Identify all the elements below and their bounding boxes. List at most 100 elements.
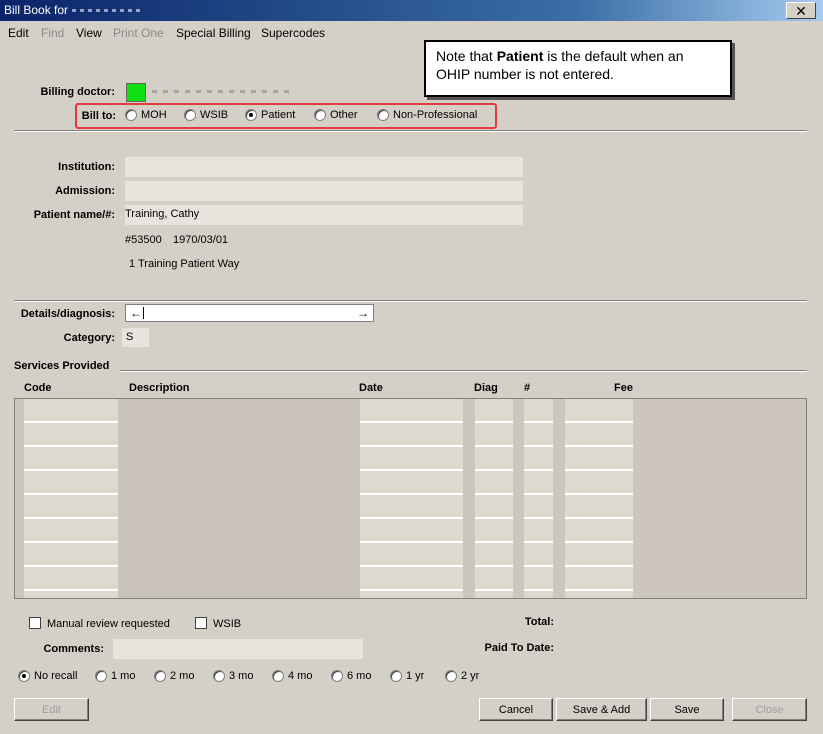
menu-bar: Edit Find View Print One Special Billing…	[0, 22, 823, 42]
wsib-checkbox[interactable]: WSIB	[195, 617, 241, 630]
divider	[120, 370, 807, 372]
close-window-button[interactable]: ✕	[786, 2, 816, 19]
arrow-right-icon[interactable]: →	[357, 306, 369, 320]
details-diagnosis-input[interactable]: ← →	[125, 304, 374, 322]
services-provided-label: Services Provided	[14, 360, 110, 372]
institution-label: Institution:	[58, 161, 115, 173]
recall-2mo-label: 2 mo	[170, 670, 195, 682]
callout-prefix: Note that	[436, 48, 497, 64]
category-label: Category:	[63, 332, 115, 344]
category-field[interactable]: S	[122, 328, 149, 347]
edit-button[interactable]: Edit	[14, 698, 89, 721]
radio-icon[interactable]	[154, 670, 166, 682]
recall-1mo-label: 1 mo	[111, 670, 136, 682]
radio-icon[interactable]	[184, 109, 196, 121]
wsib-checkbox-label: WSIB	[213, 618, 242, 630]
category-value: S	[126, 331, 134, 343]
column-header-code: Code	[24, 382, 52, 394]
recall-2mo[interactable]: 2 mo	[154, 670, 194, 682]
blurred-doctor-name	[152, 90, 292, 93]
save-and-add-button[interactable]: Save & Add	[556, 698, 647, 721]
radio-icon[interactable]	[390, 670, 402, 682]
admission-label: Admission:	[55, 185, 115, 197]
arrow-left-icon[interactable]: ←	[130, 306, 142, 320]
patient-name-label: Patient name/#:	[33, 209, 115, 221]
recall-1yr-label: 1 yr	[406, 670, 425, 682]
bill-to-wsib[interactable]: WSIB	[184, 109, 228, 121]
menu-special-billing[interactable]: Special Billing	[176, 26, 251, 40]
cancel-button[interactable]: Cancel	[479, 698, 553, 721]
column-header-date: Date	[359, 382, 383, 394]
radio-icon[interactable]	[314, 109, 326, 121]
radio-icon[interactable]	[272, 670, 284, 682]
comments-label: Comments:	[43, 643, 104, 655]
radio-icon[interactable]	[125, 109, 137, 121]
grid-column-diag[interactable]	[475, 399, 513, 598]
checkbox-icon[interactable]	[29, 617, 41, 629]
radio-icon[interactable]	[331, 670, 343, 682]
checkbox-icon[interactable]	[195, 617, 207, 629]
window-title: Bill Book for	[4, 3, 69, 17]
grid-column-code[interactable]	[24, 399, 118, 598]
divider	[14, 300, 807, 302]
patient-number: #53500	[125, 234, 162, 246]
comments-field[interactable]	[113, 639, 363, 659]
bill-to-non-professional-label: Non-Professional	[393, 109, 478, 121]
billing-doctor-label: Billing doctor:	[40, 86, 115, 98]
grid-column-date[interactable]	[360, 399, 463, 598]
recall-4mo-label: 4 mo	[288, 670, 313, 682]
manual-review-checkbox[interactable]: Manual review requested	[29, 617, 170, 630]
divider	[14, 130, 807, 132]
radio-icon[interactable]	[445, 670, 457, 682]
institution-field[interactable]	[125, 157, 523, 177]
recall-1mo[interactable]: 1 mo	[95, 670, 135, 682]
recall-6mo[interactable]: 6 mo	[331, 670, 371, 682]
recall-4mo[interactable]: 4 mo	[272, 670, 312, 682]
menu-supercodes[interactable]: Supercodes	[261, 26, 325, 40]
recall-6mo-label: 6 mo	[347, 670, 372, 682]
paid-to-date-label: Paid To Date:	[484, 642, 554, 654]
bill-to-moh[interactable]: MOH	[125, 109, 167, 121]
radio-icon[interactable]	[95, 670, 107, 682]
bill-to-wsib-label: WSIB	[200, 109, 229, 121]
column-header-count: #	[524, 382, 531, 394]
patient-dob: 1970/03/01	[173, 234, 229, 246]
billing-doctor-color-swatch[interactable]	[126, 83, 146, 102]
menu-view[interactable]: View	[76, 26, 102, 40]
recall-3mo[interactable]: 3 mo	[213, 670, 253, 682]
recall-none-label: No recall	[34, 670, 78, 682]
text-caret	[143, 307, 144, 319]
radio-checked-icon[interactable]	[245, 109, 257, 121]
menu-find[interactable]: Find	[41, 26, 64, 40]
menu-print-one[interactable]: Print One	[113, 26, 164, 40]
grid-column-description[interactable]	[119, 399, 359, 598]
title-bar: Bill Book for ✕	[0, 0, 823, 21]
total-label: Total:	[524, 616, 554, 628]
patient-address: 1 Training Patient Way	[129, 258, 240, 270]
save-button[interactable]: Save	[650, 698, 724, 721]
close-button[interactable]: Close	[732, 698, 807, 721]
manual-review-label: Manual review requested	[47, 618, 170, 630]
grid-column-fee[interactable]	[565, 399, 633, 598]
services-grid[interactable]	[14, 398, 807, 599]
column-header-diag: Diag	[474, 382, 498, 394]
radio-icon[interactable]	[377, 109, 389, 121]
details-diagnosis-label: Details/diagnosis:	[20, 308, 115, 320]
recall-1yr[interactable]: 1 yr	[390, 670, 424, 682]
recall-none[interactable]: No recall	[18, 670, 77, 682]
menu-edit[interactable]: Edit	[8, 26, 29, 40]
radio-checked-icon[interactable]	[18, 670, 30, 682]
annotation-callout: Note that Patient is the default when an…	[424, 40, 732, 97]
bill-to-patient-label: Patient	[261, 109, 296, 121]
radio-icon[interactable]	[213, 670, 225, 682]
grid-column-count[interactable]	[524, 399, 553, 598]
bill-to-other[interactable]: Other	[314, 109, 358, 121]
patient-name-field[interactable]: Training, Cathy	[125, 205, 523, 225]
recall-2yr[interactable]: 2 yr	[445, 670, 479, 682]
bill-to-non-professional[interactable]: Non-Professional	[377, 109, 477, 121]
admission-field[interactable]	[125, 181, 523, 201]
callout-bold: Patient	[496, 48, 544, 64]
recall-2yr-label: 2 yr	[461, 670, 480, 682]
bill-to-patient[interactable]: Patient	[245, 109, 295, 121]
patient-name-value: Training, Cathy	[125, 208, 200, 220]
